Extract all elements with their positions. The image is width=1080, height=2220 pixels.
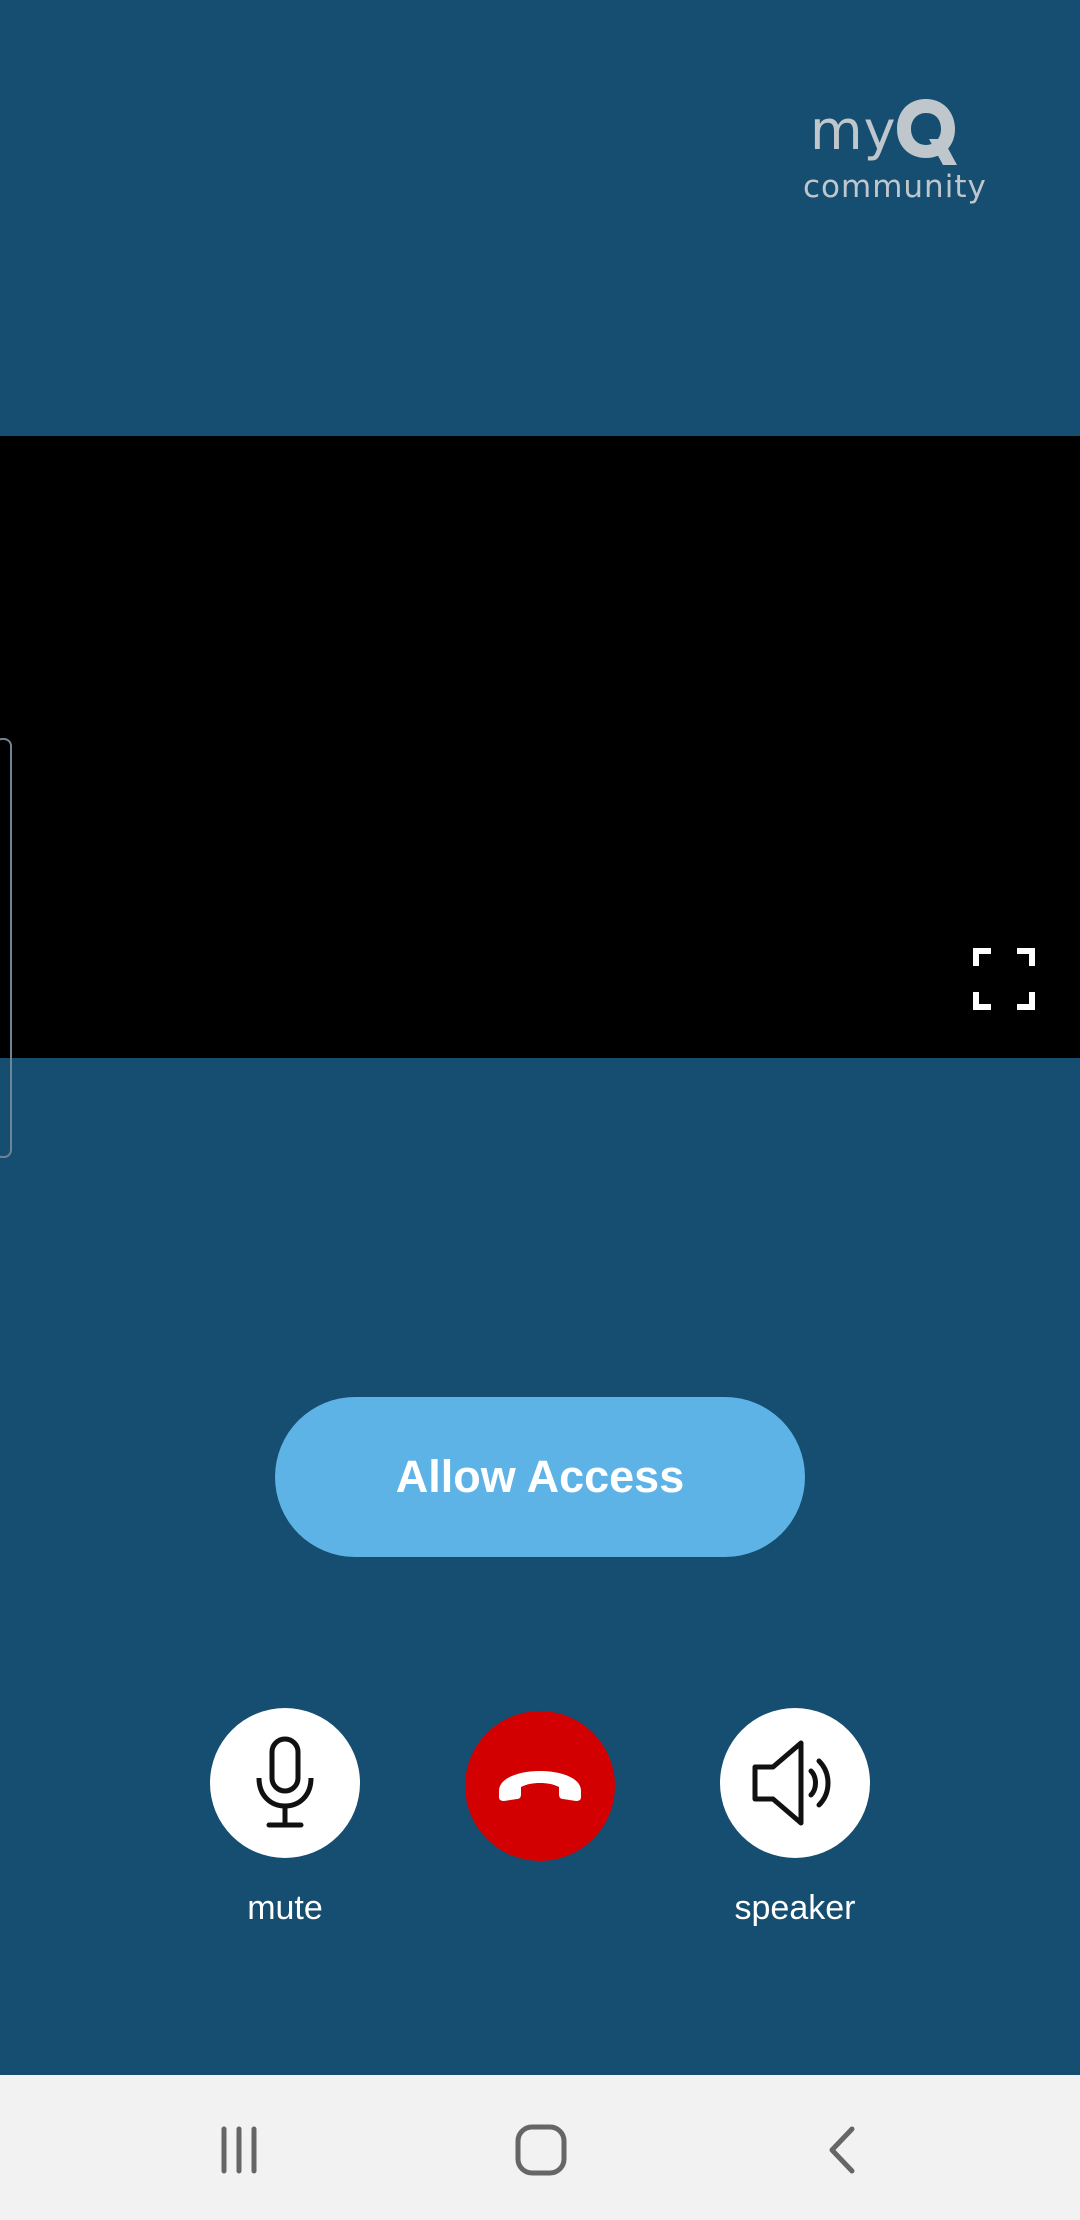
recents-icon [221,2126,257,2174]
home-icon [515,2124,567,2176]
mute-button[interactable] [210,1708,360,1858]
system-navigation-bar [0,2075,1080,2220]
back-icon [829,2126,855,2174]
fullscreen-icon [973,948,1035,1010]
home-button[interactable] [506,2115,576,2185]
back-button[interactable] [808,2115,878,2185]
microphone-icon [256,1736,314,1828]
hang-up-button[interactable] [465,1711,615,1861]
mute-label: mute [247,1889,323,1927]
speaker-icon [752,1740,831,1826]
side-panel-handle[interactable] [0,738,12,1158]
myq-community-logo: my community [795,95,987,215]
phone-hangup-icon [499,1771,581,1801]
call-screen: my community Allow Access mute speaker [0,0,1080,2075]
logo-q-mark [897,99,957,165]
recents-button[interactable] [204,2115,274,2185]
logo-community-text: community [803,169,987,205]
logo-my-text: my [810,99,897,162]
video-feed[interactable] [0,436,1080,1058]
fullscreen-button[interactable] [973,948,1035,1010]
speaker-label: speaker [734,1889,856,1927]
allow-access-button[interactable]: Allow Access [275,1397,805,1557]
speaker-button[interactable] [720,1708,870,1858]
